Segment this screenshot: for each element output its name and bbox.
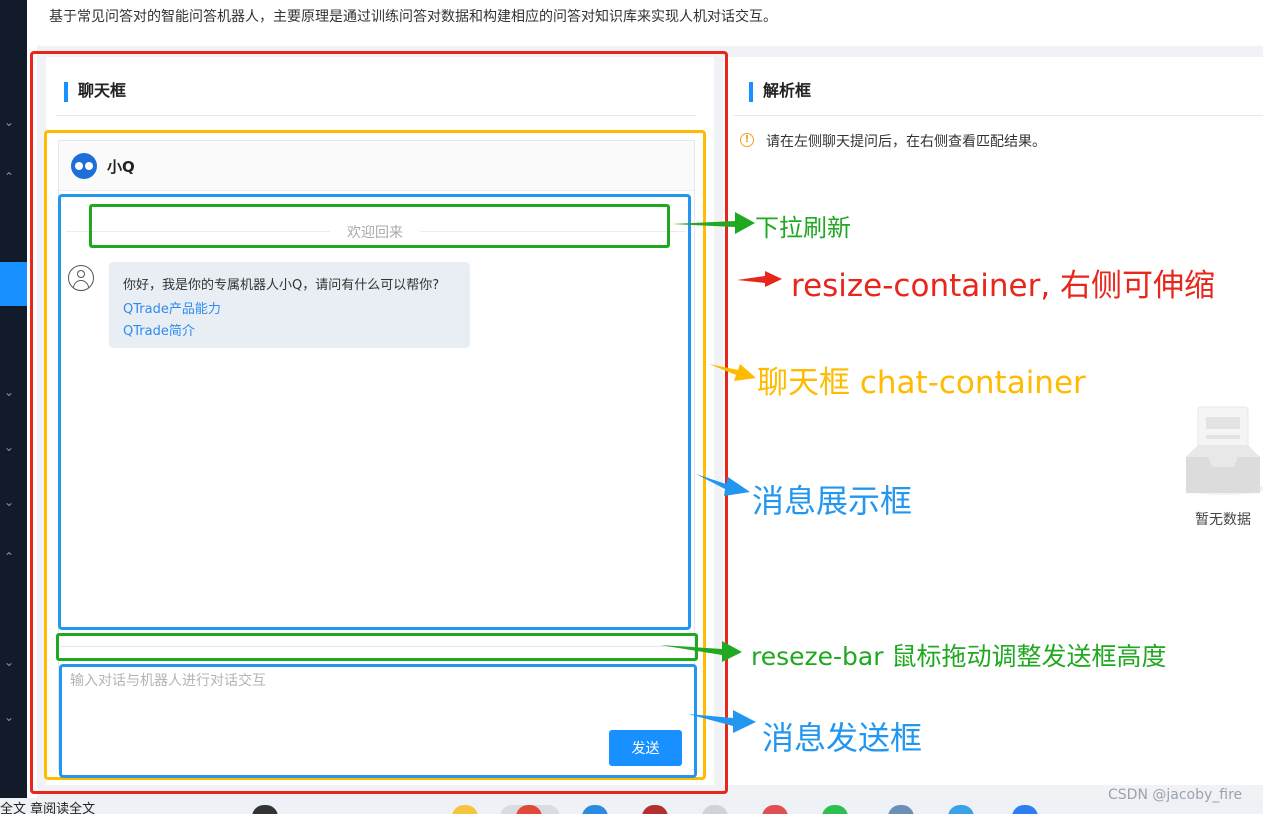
sidebar-rail xyxy=(27,0,37,798)
parse-panel-title: 解析框 xyxy=(749,79,811,103)
app-icon[interactable] xyxy=(762,805,788,814)
taskbar-partial-text: 全文 章阅读全文 xyxy=(0,802,96,814)
annotation-label: 聊天框 chat-container xyxy=(757,365,1086,401)
chevron-icon[interactable]: ⌃ xyxy=(4,170,18,184)
chevron-icon[interactable]: ⌄ xyxy=(4,710,18,724)
watermark: CSDN @jacoby_fire xyxy=(1108,787,1243,803)
app-icon[interactable] xyxy=(702,805,728,814)
page-description: 基于常见问答对的智能问答机器人，主要原理是通过训练问答对数据和构建相应的问答对知… xyxy=(49,9,777,25)
annotation-label: resize-container, 右侧可伸缩 xyxy=(791,268,1216,304)
bot-message-bubble: 你好，我是你的专属机器人小Q，请问有什么可以帮你? QTrade产品能力 QTr… xyxy=(109,262,470,348)
page-description-bar: 基于常见问答对的智能问答机器人，主要原理是通过训练问答对数据和构建相应的问答对知… xyxy=(37,0,1263,46)
chat-header: 小Q xyxy=(59,141,694,191)
vscode-icon[interactable] xyxy=(582,805,608,814)
app-icon[interactable] xyxy=(948,805,974,814)
app-sidebar: ⌄ ⌃ ⌄ ⌄ ⌄ ⌃ ⌄ ⌄ xyxy=(0,0,37,798)
chevron-icon[interactable]: ⌄ xyxy=(4,655,18,669)
wechat-icon[interactable] xyxy=(822,805,848,814)
chevron-icon[interactable]: ⌃ xyxy=(4,550,18,564)
annotation-label: 消息发送框 xyxy=(762,719,923,757)
app-icon[interactable] xyxy=(1012,805,1038,814)
bot-greeting: 你好，我是你的专属机器人小Q，请问有什么可以帮你? xyxy=(123,278,440,293)
suggestion-link[interactable]: QTrade简介 xyxy=(123,320,195,339)
taskbar: 全文 章阅读全文 xyxy=(0,798,1263,814)
chevron-icon[interactable]: ⌄ xyxy=(4,440,18,454)
send-button[interactable]: 发送 xyxy=(609,730,682,766)
parse-tip: 请在左侧聊天提问后，在右侧查看匹配结果。 xyxy=(766,134,1046,150)
resize-bar[interactable] xyxy=(60,646,694,647)
chevron-icon[interactable]: ⌄ xyxy=(4,495,18,509)
annotation-label: 下拉刷新 xyxy=(755,214,851,242)
divider xyxy=(56,115,696,116)
app-icon[interactable] xyxy=(642,805,668,814)
sidebar-item-active[interactable] xyxy=(0,262,27,306)
message-input-area xyxy=(62,664,692,774)
bot-name: 小Q xyxy=(107,158,135,176)
chevron-icon[interactable]: ⌄ xyxy=(4,385,18,399)
bot-avatar-icon xyxy=(68,265,94,291)
empty-text: 暂无数据 xyxy=(1195,512,1251,528)
robot-icon xyxy=(71,153,97,179)
message-input[interactable] xyxy=(62,664,692,774)
divider xyxy=(733,115,1263,116)
empty-box-icon xyxy=(1185,406,1263,495)
chevron-icon[interactable]: ⌄ xyxy=(4,115,18,129)
suggestion-link[interactable]: QTrade产品能力 xyxy=(123,298,221,317)
annotation-label: reseze-bar 鼠标拖动调整发送框高度 xyxy=(751,642,1167,671)
annotation-label: 消息展示框 xyxy=(752,482,913,520)
chat-panel-title: 聊天框 xyxy=(64,79,126,103)
app-icon[interactable] xyxy=(252,805,278,814)
info-icon: ! xyxy=(740,133,754,147)
app-icon[interactable] xyxy=(888,805,914,814)
folder-icon[interactable] xyxy=(452,805,478,814)
welcome-text: 欢迎回来 xyxy=(330,222,420,242)
